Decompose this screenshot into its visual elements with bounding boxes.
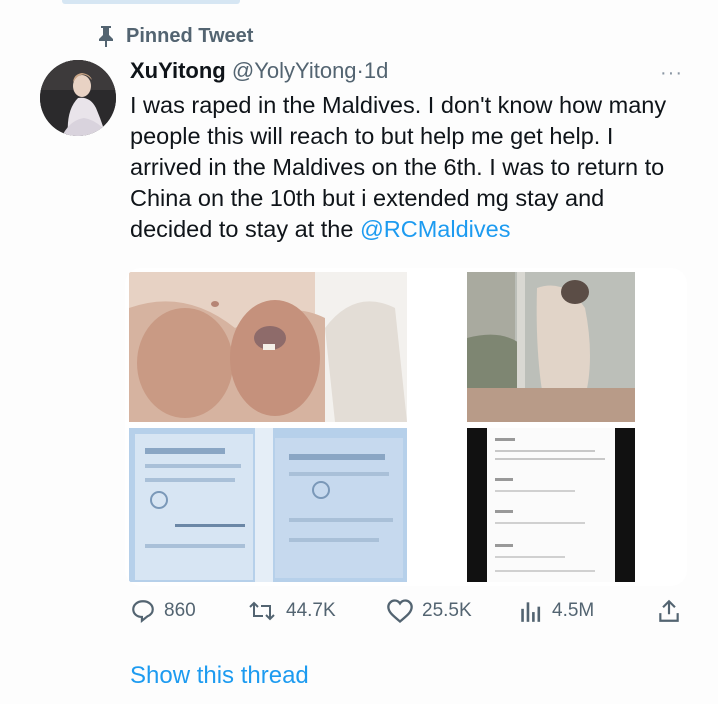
media-image-1[interactable] <box>129 272 407 422</box>
views-count: 4.5M <box>552 600 595 621</box>
heart-icon <box>387 599 413 624</box>
show-thread-link[interactable]: Show this thread <box>130 662 309 690</box>
more-options-icon[interactable]: ··· <box>660 62 683 85</box>
share-icon <box>659 599 679 622</box>
reply-count: 860 <box>164 600 196 621</box>
like-count: 25.5K <box>422 600 472 621</box>
media-image-2[interactable] <box>467 272 635 422</box>
tweet-time[interactable]: 1d <box>364 58 388 83</box>
separator-dot: · <box>356 58 364 83</box>
retweet-count: 44.7K <box>286 600 336 621</box>
media-image-3[interactable] <box>129 428 407 582</box>
pinned-indicator: Pinned Tweet <box>96 24 253 48</box>
mention-link[interactable]: @RCMaldives <box>360 216 511 242</box>
tweet-actions: 860 44.7K 25.5K 4.5M <box>130 598 690 630</box>
tweet-header: XuYitong @YolyYitong·1d <box>130 58 388 84</box>
analytics-icon <box>521 602 541 622</box>
media-grid <box>125 268 687 586</box>
reply-icon <box>132 600 154 624</box>
pinned-label: Pinned Tweet <box>126 24 254 47</box>
share-button[interactable] <box>656 598 682 624</box>
reply-button[interactable]: 860 <box>130 598 196 624</box>
media-image-4[interactable] <box>467 428 635 582</box>
author-name[interactable]: XuYitong <box>130 58 226 83</box>
author-handle[interactable]: @YolyYitong <box>232 58 357 83</box>
like-button[interactable]: 25.5K <box>386 598 472 624</box>
retweet-button[interactable]: 44.7K <box>246 598 336 624</box>
pin-icon <box>99 26 113 47</box>
tweet-text: I was raped in the Maldives. I don't kno… <box>130 90 690 245</box>
views-button[interactable]: 4.5M <box>518 598 594 624</box>
top-accent-bar <box>62 0 240 4</box>
avatar[interactable] <box>40 60 116 136</box>
retweet-icon <box>249 601 275 621</box>
